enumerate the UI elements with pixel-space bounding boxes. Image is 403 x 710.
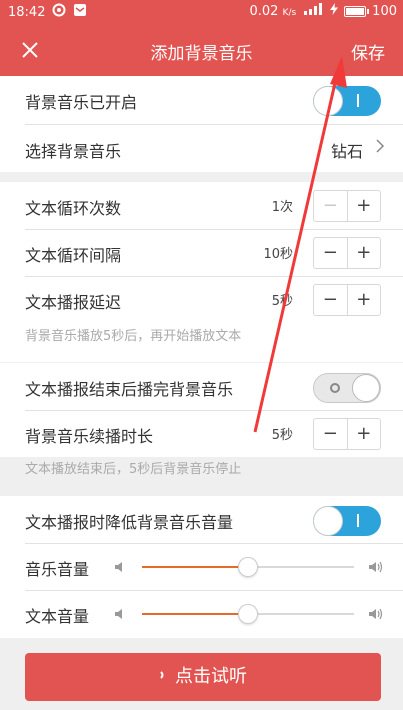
page-title: 添加背景音乐 xyxy=(150,44,253,64)
charging-icon xyxy=(330,3,339,19)
loop-count-label: 文本循环次数 xyxy=(25,199,122,218)
playback-delay-label: 文本播报延迟 xyxy=(25,293,122,312)
volume-low-icon xyxy=(113,559,127,573)
finish-bg-music-row: 文本播报结束后播完背景音乐 xyxy=(0,363,403,410)
text-volume-row: 文本音量 xyxy=(0,590,403,637)
loop-count-stepper: − + xyxy=(313,190,381,222)
volume-high-icon xyxy=(368,559,383,573)
music-volume-thumb[interactable] xyxy=(238,557,258,577)
continue-duration-hint: 文本播放结束后，5秒后背景音乐停止 xyxy=(25,462,242,477)
music-volume-label: 音乐音量 xyxy=(25,560,90,579)
volume-section: 文本播报时降低背景音乐音量 音乐音量 文本音量 xyxy=(0,496,403,638)
continue-duration-row: 背景音乐续播时长 5秒 − + xyxy=(0,410,403,457)
bg-music-toggle[interactable] xyxy=(313,86,381,116)
text-volume-label: 文本音量 xyxy=(25,607,90,626)
select-bg-music-label: 选择背景音乐 xyxy=(25,142,122,161)
playback-delay-stepper: − + xyxy=(313,284,381,316)
save-button[interactable]: 保存 xyxy=(351,39,385,64)
volume-low-icon xyxy=(113,606,127,620)
battery-icon xyxy=(344,5,370,17)
select-bg-music-row[interactable]: 选择背景音乐 钻石 xyxy=(0,125,403,172)
duck-volume-row: 文本播报时降低背景音乐音量 xyxy=(0,496,403,543)
playback-delay-row: 文本播报延迟 5秒 − + xyxy=(0,276,403,323)
app-notification-icon xyxy=(52,3,66,21)
loop-count-row: 文本循环次数 1次 − + xyxy=(0,182,403,229)
bg-music-enabled-label: 背景音乐已开启 xyxy=(25,93,138,112)
loop-count-minus-button[interactable]: − xyxy=(314,191,347,221)
status-bar: 18:42 0.02 K/s 100 xyxy=(0,0,403,24)
duck-volume-toggle[interactable] xyxy=(313,506,381,536)
continue-duration-minus-button[interactable]: − xyxy=(314,419,347,449)
background-music-section: 背景音乐已开启 选择背景音乐 钻石 xyxy=(0,76,403,172)
signal-icon xyxy=(302,3,324,19)
continue-duration-label: 背景音乐续播时长 xyxy=(25,427,154,446)
listen-preview-button[interactable]: 点击试听 xyxy=(25,653,381,701)
music-volume-slider[interactable] xyxy=(142,557,354,577)
continue-duration-value: 5秒 xyxy=(271,428,293,443)
playback-delay-value: 5秒 xyxy=(271,294,293,309)
finish-bg-music-toggle[interactable] xyxy=(313,373,381,403)
continue-duration-stepper: − + xyxy=(313,418,381,450)
playback-delay-hint: 背景音乐播放5秒后，再开始播放文本 xyxy=(25,329,242,344)
sound-icon xyxy=(159,653,169,701)
loop-interval-label: 文本循环间隔 xyxy=(25,246,122,265)
continue-duration-plus-button[interactable]: + xyxy=(348,419,381,449)
finish-section: 文本播报结束后播完背景音乐 背景音乐续播时长 5秒 − + xyxy=(0,363,403,457)
bg-music-enabled-row: 背景音乐已开启 xyxy=(0,76,403,123)
listen-preview-label: 点击试听 xyxy=(175,666,247,687)
playback-delay-minus-button[interactable]: − xyxy=(314,285,347,315)
playback-delay-plus-button[interactable]: + xyxy=(348,285,381,315)
duck-volume-label: 文本播报时降低背景音乐音量 xyxy=(25,513,234,532)
loop-interval-plus-button[interactable]: + xyxy=(348,238,381,268)
loop-count-value: 1次 xyxy=(271,200,293,215)
finish-bg-music-label: 文本播报结束后播完背景音乐 xyxy=(25,380,234,399)
chevron-right-icon xyxy=(375,138,385,157)
loop-count-plus-button[interactable]: + xyxy=(348,191,381,221)
text-volume-slider[interactable] xyxy=(142,604,354,624)
message-notification-icon xyxy=(73,3,87,21)
net-speed: 0.02 K/s xyxy=(249,3,297,19)
loop-interval-stepper: − + xyxy=(313,237,381,269)
music-volume-row: 音乐音量 xyxy=(0,543,403,590)
text-volume-thumb[interactable] xyxy=(238,604,258,624)
battery-level: 100 xyxy=(372,3,397,19)
loop-interval-minus-button[interactable]: − xyxy=(314,238,347,268)
selected-music-name: 钻石 xyxy=(330,142,363,161)
loop-interval-value: 10秒 xyxy=(263,247,293,262)
loop-interval-row: 文本循环间隔 10秒 − + xyxy=(0,229,403,276)
app-bar: 添加背景音乐 保存 xyxy=(0,24,403,76)
volume-high-icon xyxy=(368,606,383,620)
status-time: 18:42 xyxy=(8,4,46,20)
